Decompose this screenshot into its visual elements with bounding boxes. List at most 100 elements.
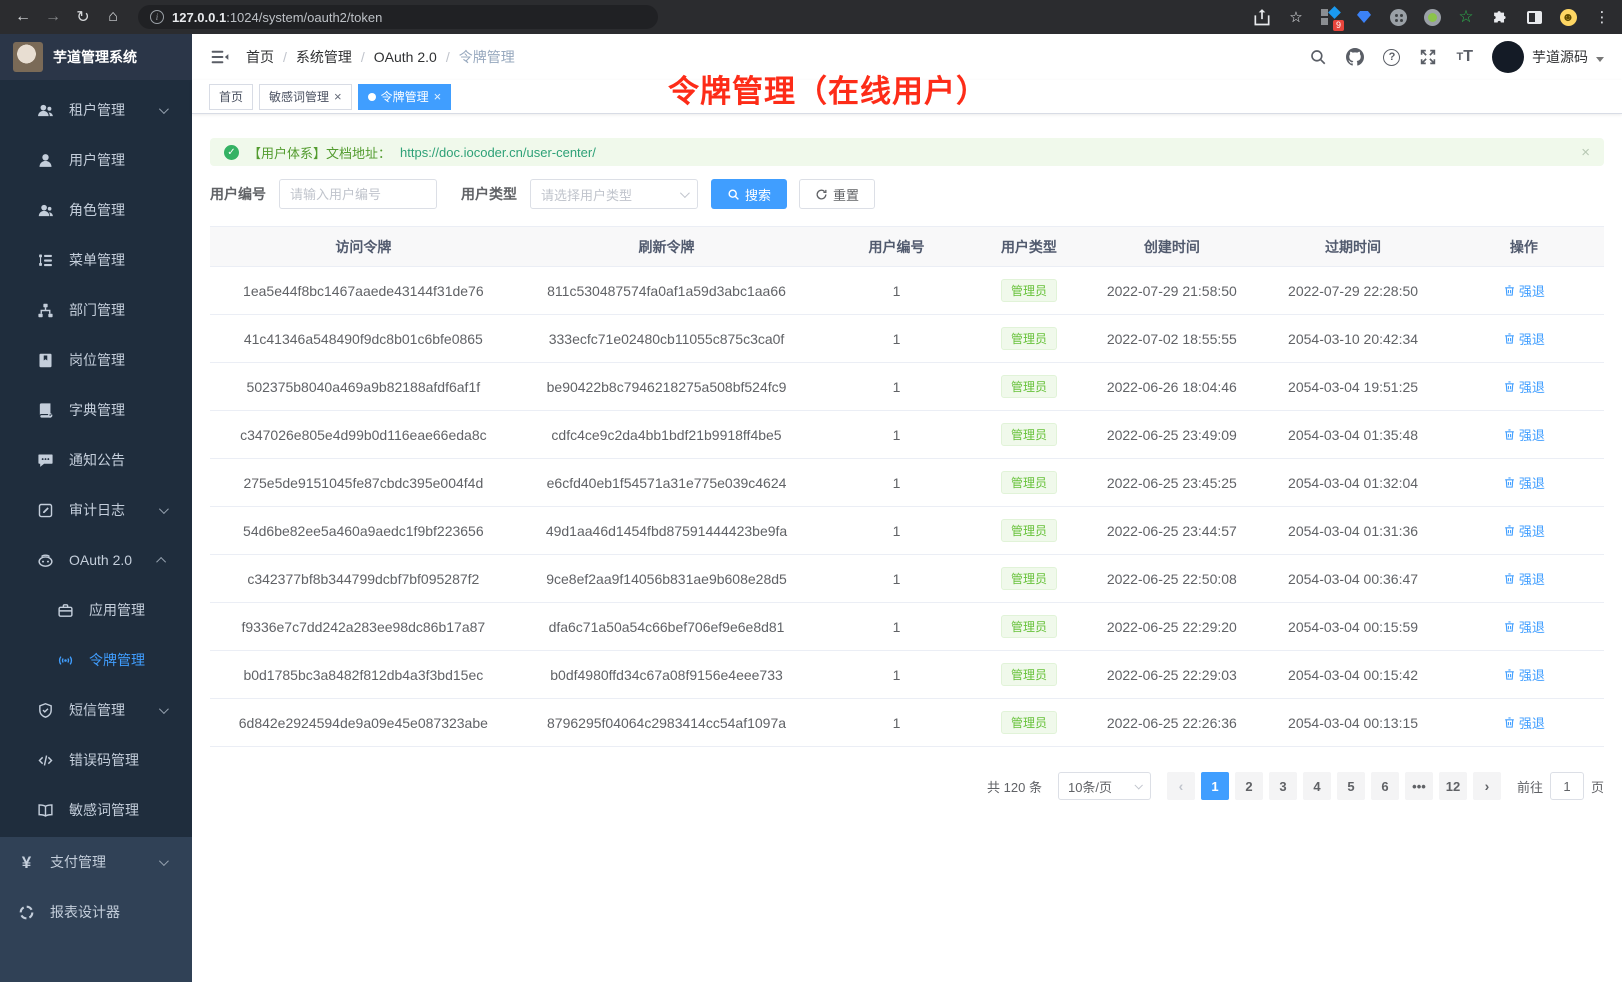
breadcrumb-item[interactable]: 首页	[246, 47, 274, 67]
tag-令牌管理[interactable]: 令牌管理 ×	[358, 84, 452, 110]
extension-badge: 9	[1333, 20, 1344, 31]
force-logout-button[interactable]: 强退	[1503, 473, 1545, 492]
recorder-extension-icon[interactable]	[1422, 7, 1442, 27]
user-id-input[interactable]	[290, 187, 426, 202]
table-row: 6d842e2924594de9a09e45e087323abe 8796295…	[210, 699, 1604, 747]
expires-at-cell: 2054-03-04 01:31:36	[1262, 507, 1443, 555]
gem-extension-icon[interactable]	[1354, 7, 1374, 27]
force-logout-button[interactable]: 强退	[1503, 665, 1545, 684]
sidebar-item-菜单管理[interactable]: 菜单管理	[0, 235, 192, 285]
user-type-badge: 管理员	[1001, 663, 1057, 686]
share-icon[interactable]	[1252, 7, 1272, 27]
hamburger-icon[interactable]	[210, 47, 230, 67]
extensions-puzzle-icon[interactable]	[1490, 7, 1510, 27]
chevron-up-icon	[156, 556, 166, 566]
page-number-2[interactable]: 2	[1235, 772, 1263, 800]
url-bar[interactable]: i 127.0.0.1:1024/system/oauth2/token	[138, 5, 658, 29]
announcement-icon	[37, 452, 54, 469]
browser-reload-button[interactable]: ↻	[70, 4, 96, 30]
force-logout-button[interactable]: 强退	[1503, 281, 1545, 300]
page-number-...[interactable]: •••	[1405, 772, 1433, 800]
goto-page-input[interactable]	[1550, 772, 1584, 800]
page-number-6[interactable]: 6	[1371, 772, 1399, 800]
alert-text: 【用户体系】文档地址：	[248, 143, 391, 162]
user-type-badge: 管理员	[1001, 375, 1057, 398]
prev-page-button[interactable]: ‹	[1167, 772, 1195, 800]
browser-back-button[interactable]: ←	[10, 4, 36, 30]
app-logo-bar[interactable]: 芋道管理系统	[0, 34, 192, 80]
sidebar-item-label: 字典管理	[69, 400, 125, 420]
page-number-4[interactable]: 4	[1303, 772, 1331, 800]
expires-at-cell: 2054-03-04 00:36:47	[1262, 555, 1443, 603]
site-info-icon[interactable]: i	[150, 10, 164, 24]
sidebar-item-令牌管理[interactable]: 令牌管理	[0, 635, 192, 685]
fullscreen-icon[interactable]	[1419, 48, 1437, 66]
browser-forward-button[interactable]: →	[40, 4, 66, 30]
alert-close-icon[interactable]: ×	[1581, 144, 1590, 161]
user-menu[interactable]: 芋道源码	[1492, 41, 1604, 73]
sidebar-item-用户管理[interactable]: 用户管理	[0, 135, 192, 185]
breadcrumb-item[interactable]: OAuth 2.0	[374, 49, 437, 65]
sidebar-item-敏感词管理[interactable]: 敏感词管理	[0, 785, 192, 835]
sidebar-item-OAuth 2.0[interactable]: OAuth 2.0	[0, 535, 192, 585]
sidebar-item-应用管理[interactable]: 应用管理	[0, 585, 192, 635]
doc-link[interactable]: https://doc.iocoder.cn/user-center/	[400, 145, 596, 160]
force-logout-button[interactable]: 强退	[1503, 617, 1545, 636]
page-size-select[interactable]: 10条/页	[1058, 772, 1151, 800]
sidebar-item-字典管理[interactable]: 字典管理	[0, 385, 192, 435]
user-type-badge: 管理员	[1001, 471, 1057, 494]
reset-button[interactable]: 重置	[799, 179, 875, 209]
page-number-1[interactable]: 1	[1201, 772, 1229, 800]
sidebar-item-岗位管理[interactable]: 岗位管理	[0, 335, 192, 385]
chevron-down-icon	[159, 104, 169, 114]
page-number-12[interactable]: 12	[1439, 772, 1467, 800]
access-token-cell: 54d6be82ee5a460a9aedc1f9bf223656	[210, 507, 517, 555]
trash-icon	[1503, 284, 1516, 297]
extension-shortcut-icon[interactable]: 9	[1320, 7, 1340, 27]
profile-avatar-icon[interactable]: ☻	[1558, 7, 1578, 27]
tag-首页[interactable]: 首页	[209, 84, 253, 110]
force-logout-button[interactable]: 强退	[1503, 377, 1545, 396]
bookmark-star-icon[interactable]: ☆	[1286, 7, 1306, 27]
tag-敏感词管理[interactable]: 敏感词管理 ×	[259, 84, 352, 110]
created-at-cell: 2022-06-25 22:26:36	[1081, 699, 1262, 747]
user-type-badge: 管理员	[1001, 567, 1057, 590]
sidebar-item-租户管理[interactable]: 租户管理	[0, 85, 192, 135]
sidebar-item-审计日志[interactable]: 审计日志	[0, 485, 192, 535]
trash-icon	[1503, 380, 1516, 393]
chevron-down-icon	[159, 856, 169, 866]
sidebar-item-报表设计器[interactable]: 报表设计器	[0, 887, 192, 937]
sidebar-item-通知公告[interactable]: 通知公告	[0, 435, 192, 485]
search-button[interactable]: 搜索	[711, 179, 787, 209]
page-number-3[interactable]: 3	[1269, 772, 1297, 800]
side-panel-icon[interactable]	[1524, 7, 1544, 27]
force-logout-button[interactable]: 强退	[1503, 425, 1545, 444]
tag-close-icon[interactable]: ×	[334, 90, 342, 103]
browser-menu-icon[interactable]: ⋮	[1592, 7, 1612, 27]
sidebar-item-label: 令牌管理	[89, 650, 145, 670]
breadcrumb-item[interactable]: 系统管理	[296, 47, 352, 67]
created-at-cell: 2022-06-25 22:50:08	[1081, 555, 1262, 603]
force-logout-button[interactable]: 强退	[1503, 329, 1545, 348]
header-search-icon[interactable]	[1309, 48, 1327, 66]
user-type-select[interactable]: 请选择用户类型	[530, 179, 698, 209]
font-size-icon[interactable]: TT	[1456, 48, 1473, 66]
sidebar-item-短信管理[interactable]: 短信管理	[0, 685, 192, 735]
sidebar-item-部门管理[interactable]: 部门管理	[0, 285, 192, 335]
browser-home-button[interactable]: ⌂	[100, 4, 126, 30]
sidebar-item-错误码管理[interactable]: 错误码管理	[0, 735, 192, 785]
sidebar-item-角色管理[interactable]: 角色管理	[0, 185, 192, 235]
force-logout-button[interactable]: 强退	[1503, 569, 1545, 588]
command-extension-icon[interactable]	[1388, 7, 1408, 27]
next-page-button[interactable]: ›	[1473, 772, 1501, 800]
force-logout-button[interactable]: 强退	[1503, 521, 1545, 540]
tag-close-icon[interactable]: ×	[434, 90, 442, 103]
sidebar-item-支付管理[interactable]: ¥ 支付管理	[0, 837, 192, 887]
page-number-5[interactable]: 5	[1337, 772, 1365, 800]
star-extension-icon[interactable]: ☆	[1456, 7, 1476, 27]
force-logout-button[interactable]: 强退	[1503, 713, 1545, 732]
github-icon[interactable]	[1346, 48, 1364, 66]
tag-label: 令牌管理	[381, 88, 429, 105]
expires-at-cell: 2054-03-04 01:35:48	[1262, 411, 1443, 459]
help-icon[interactable]: ?	[1383, 49, 1400, 66]
